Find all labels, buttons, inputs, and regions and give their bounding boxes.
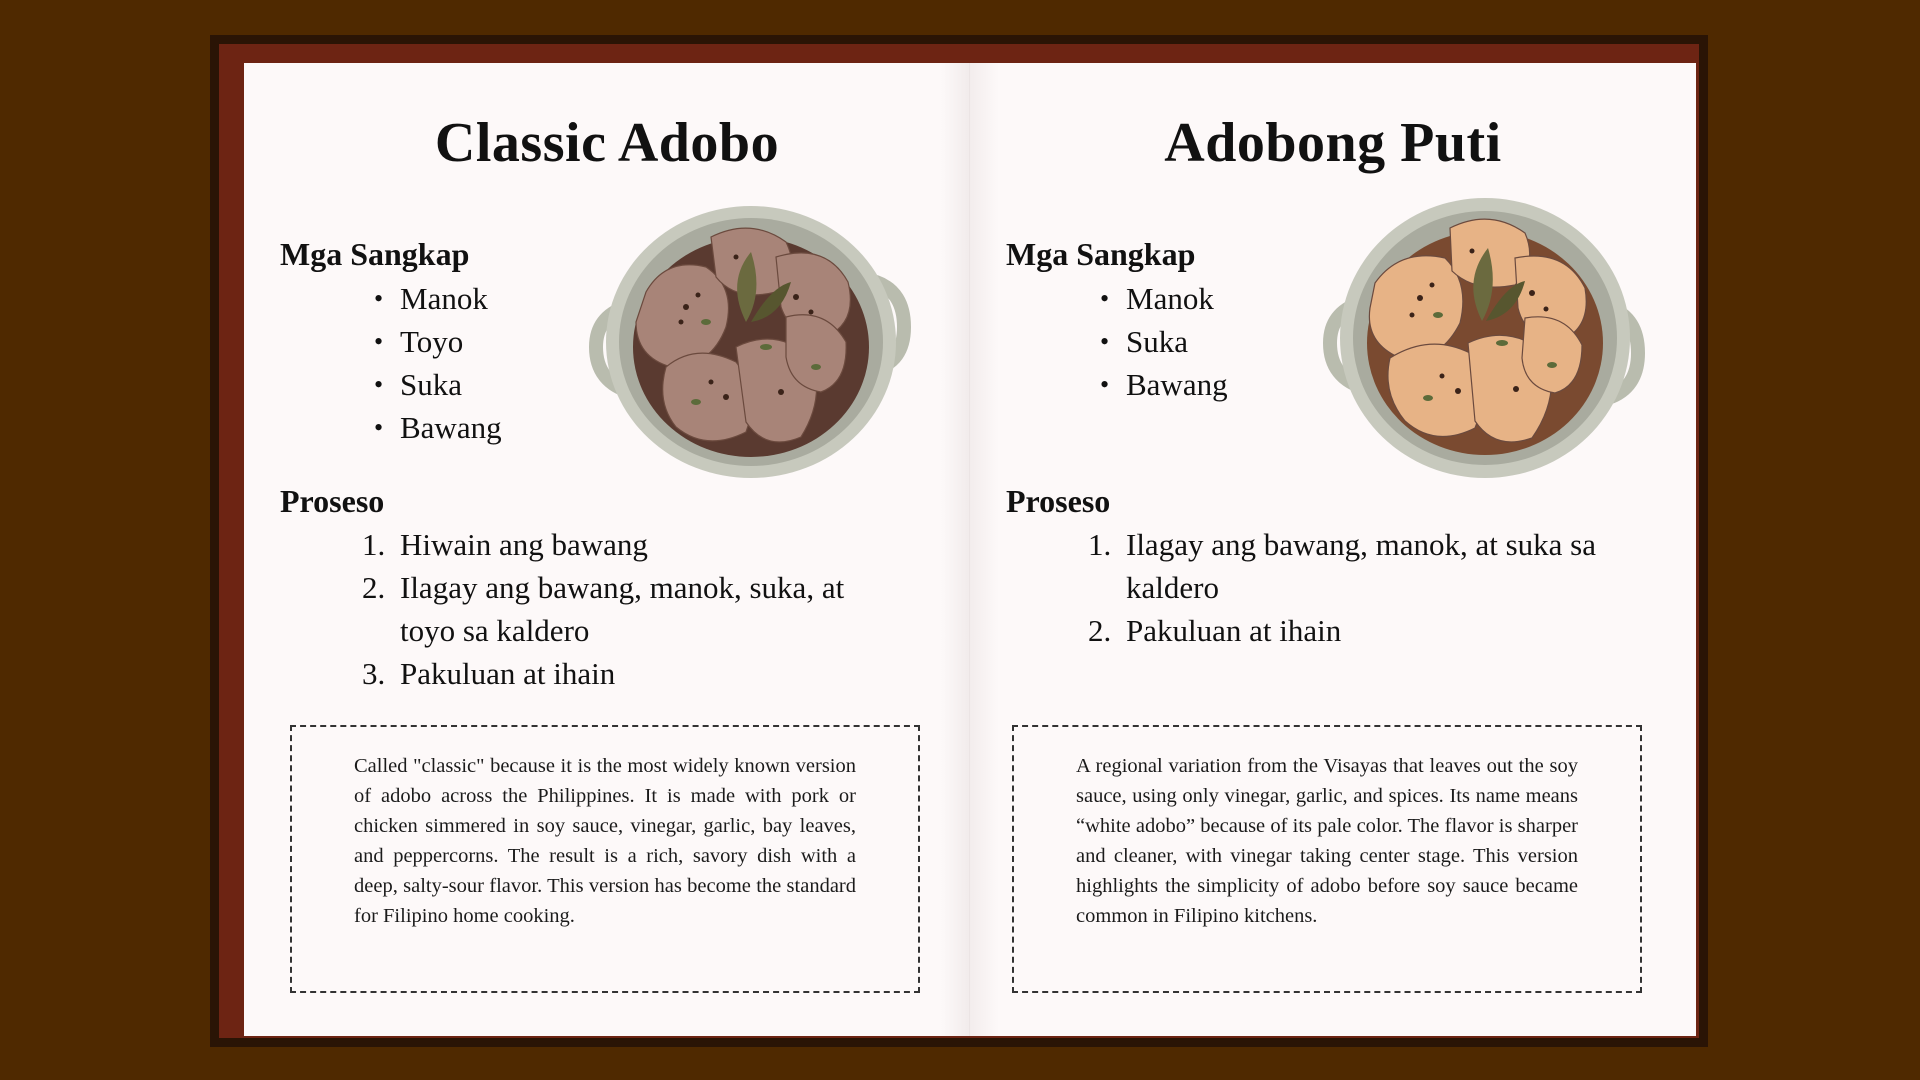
step-text: Pakuluan at ihain [1126,613,1342,648]
step-item: 2. Ilagay ang bawang, manok, suka, at toy… [362,566,894,652]
recipe-note: Called "classic" because it is the most … [290,725,920,993]
recipe-title: Classic Adobo [434,112,780,174]
ingredient-item: Suka [374,363,502,406]
step-number: 1. [362,527,386,562]
ingredient-item: Suka [1100,320,1228,363]
process-heading: Proseso [280,483,385,519]
step-number: 2. [1088,613,1112,648]
step-text: Hiwain ang bawang [400,527,648,562]
ingredients-list: Manok Suka Bawang [1100,277,1228,406]
ingredients-heading: Mga Sangkap [1006,236,1196,272]
ingredient-item: Bawang [1100,363,1228,406]
steps-list: 1. Ilagay ang bawang, manok, at suka sa k… [1088,523,1600,652]
adobo-dish-image [588,206,912,478]
process-heading: Proseso [1006,483,1111,519]
page-right: Adobong Puti Mga Sangkap Manok Suka Bawa… [970,63,1696,1036]
step-text: Pakuluan at ihain [400,656,616,691]
adobong-puti-dish-image [1322,198,1646,478]
ingredients-heading: Mga Sangkap [280,236,470,272]
ingredients-list: Manok Toyo Suka Bawang [374,277,502,449]
ingredient-item: Toyo [374,320,502,363]
steps-list: 1. Hiwain ang bawang 2. Ilagay ang bawang,… [362,523,894,695]
recipe-note-text: A regional variation from the Visayas th… [1076,755,1578,927]
step-item: 3. Pakuluan at ihain [362,652,894,695]
ingredient-item: Manok [374,277,502,320]
step-item: 2. Pakuluan at ihain [1088,609,1600,652]
recipe-note-text: Called "classic" because it is the most … [354,755,856,927]
step-number: 1. [1088,527,1112,562]
ingredient-item: Manok [1100,277,1228,320]
recipe-title: Adobong Puti [1164,112,1502,174]
step-number: 3. [362,656,386,691]
page-left: Classic Adobo Mga Sangkap Manok Toyo Suk… [244,63,970,1036]
step-number: 2. [362,570,386,605]
book-spread: Classic Adobo Mga Sangkap Manok Toyo Suk… [244,63,1696,1036]
recipe-note: A regional variation from the Visayas th… [1012,725,1642,993]
ingredient-item: Bawang [374,406,502,449]
book-cover: Classic Adobo Mga Sangkap Manok Toyo Suk… [219,44,1699,1038]
book: Classic Adobo Mga Sangkap Manok Toyo Suk… [210,35,1708,1047]
step-text: Ilagay ang bawang, manok, at suka sa kal… [1126,527,1597,605]
step-text: Ilagay ang bawang, manok, suka, at toyo … [400,570,845,648]
step-item: 1. Hiwain ang bawang [362,523,894,566]
step-item: 1. Ilagay ang bawang, manok, at suka sa k… [1088,523,1600,609]
